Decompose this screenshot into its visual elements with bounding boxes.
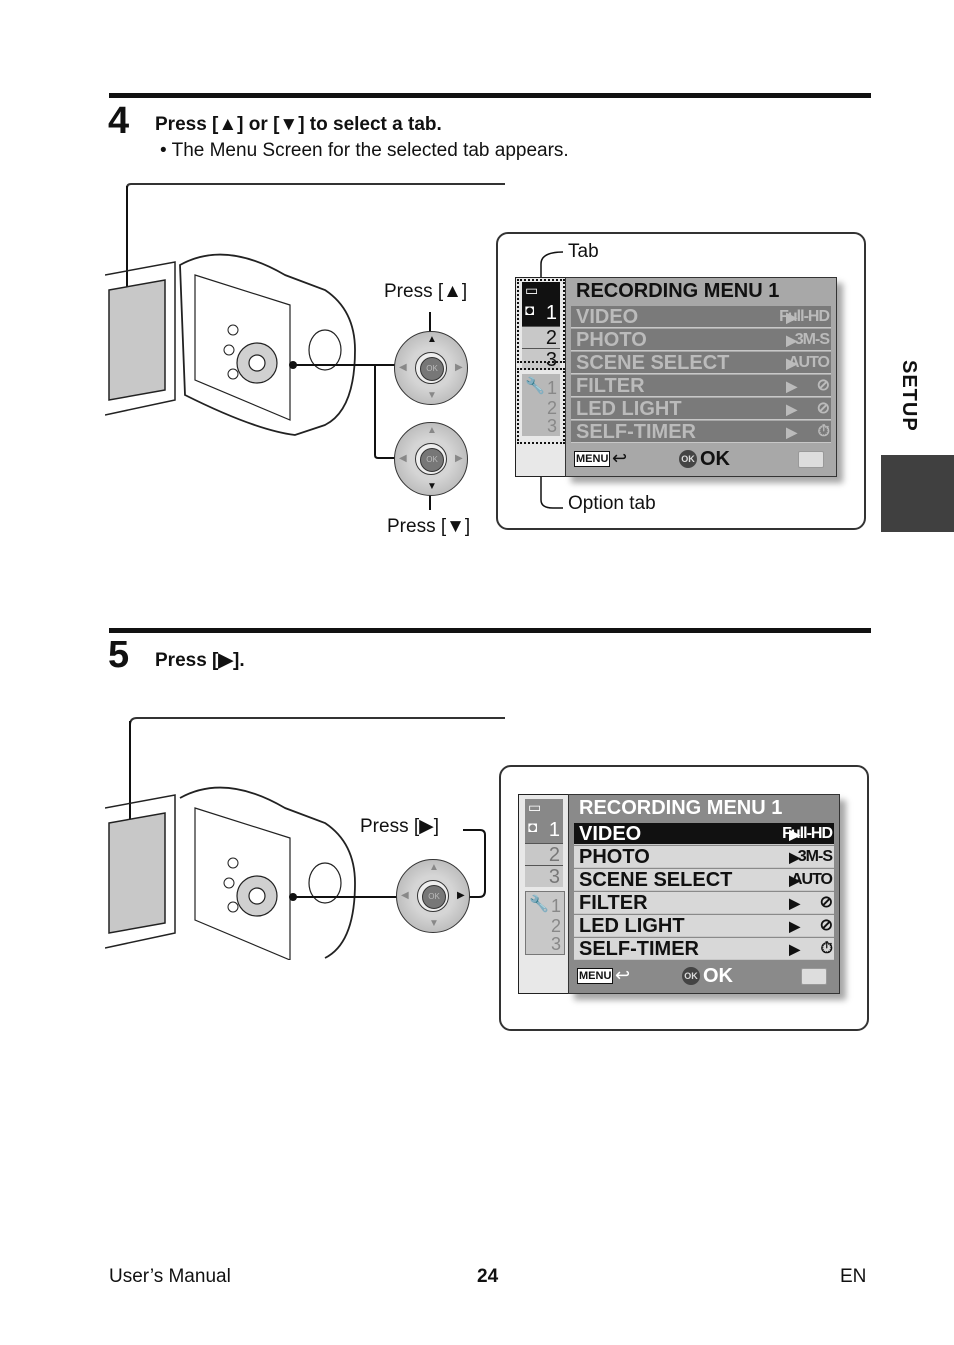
menu-row-photo[interactable]: PHOTO ▶ 3M-S bbox=[574, 846, 834, 868]
menu-row-filter[interactable]: FILTER ▶ ⊘ bbox=[571, 375, 831, 397]
option-tab-callout-label: Option tab bbox=[568, 493, 656, 514]
filter-off-icon: ⊘ bbox=[819, 894, 833, 911]
menu-panel: RECORDING MENU 1 VIDEO ▶ Full-HD PHOTO ▶ 3M-… bbox=[568, 794, 840, 994]
ok-button[interactable]: OK bbox=[420, 448, 444, 472]
tab-record-2[interactable]: 2 bbox=[525, 843, 563, 866]
section-side-tab: SETUP bbox=[898, 360, 920, 432]
menu-bottom-bar: MENU ↩ OK OK bbox=[574, 448, 828, 472]
ok-label: OK bbox=[703, 965, 733, 987]
press-right-label: Press [▶] bbox=[360, 816, 440, 837]
down-arrow-icon: ▼ bbox=[427, 481, 437, 492]
menu-title: RECORDING MENU 1 bbox=[579, 797, 783, 819]
menu-row-led-light[interactable]: LED LIGHT ▶ ⊘ bbox=[574, 915, 834, 937]
left-arrow-icon: ◀ bbox=[401, 890, 409, 901]
led-off-icon: ⊘ bbox=[819, 917, 833, 934]
timer-off-icon: ⏱ bbox=[817, 423, 831, 440]
step-number: 4 bbox=[108, 100, 130, 142]
tab-option-3[interactable]: 3 bbox=[551, 934, 561, 955]
step-bullet: • The Menu Screen for the selected tab a… bbox=[160, 140, 569, 161]
wrench-icon: 🔧 bbox=[529, 896, 549, 913]
menu-row-led-light[interactable]: LED LIGHT ▶ ⊘ bbox=[571, 398, 831, 420]
left-arrow-icon: ◀ bbox=[399, 453, 407, 464]
up-arrow-icon: ▲ bbox=[427, 425, 437, 436]
page-number: 24 bbox=[477, 1266, 499, 1287]
menu-title: RECORDING MENU 1 bbox=[576, 280, 780, 302]
menu-bottom-bar: MENU ↩ OK OK bbox=[577, 965, 831, 989]
ok-button[interactable]: OK bbox=[422, 885, 446, 909]
video-camera-icon: ▭ bbox=[528, 799, 542, 815]
timer-off-icon: ⏱ bbox=[820, 940, 834, 957]
up-arrow-icon: ▲ bbox=[427, 334, 437, 345]
menu-screen-step5: ▭ ◘ 1 2 3 🔧 1 2 3 RECORDING MENU 1 VIDEO… bbox=[518, 794, 840, 994]
filter-off-icon: ⊘ bbox=[816, 377, 830, 394]
callout-line bbox=[126, 183, 505, 189]
option-tabs: 🔧 1 2 3 bbox=[525, 891, 565, 955]
tab-column: ▭ ◘ 1 2 3 🔧 1 2 3 bbox=[518, 794, 570, 994]
tab-highlight-box bbox=[517, 279, 565, 363]
menu-key-icon: MENU bbox=[577, 968, 614, 984]
ok-button[interactable]: OK bbox=[420, 357, 444, 381]
section-rule bbox=[109, 93, 871, 98]
battery-icon bbox=[801, 968, 827, 985]
menu-screen-step4: ▭ ◘ 1 2 3 🔧 1 2 3 RECORDING MENU 1 VIDEO… bbox=[515, 277, 837, 477]
press-up-label: Press [▲] bbox=[384, 281, 468, 302]
menu-row-self-timer[interactable]: SELF-TIMER ▶ ⏱ bbox=[571, 421, 831, 443]
tab-option-1[interactable]: 1 bbox=[551, 896, 561, 917]
side-tab-block bbox=[881, 455, 954, 532]
tab-record-3[interactable]: 3 bbox=[525, 865, 563, 888]
footer-language: EN bbox=[840, 1266, 867, 1287]
right-arrow-icon: ▶ bbox=[455, 453, 463, 464]
step-number: 5 bbox=[108, 634, 130, 676]
left-arrow-icon: ◀ bbox=[399, 362, 407, 373]
menu-row-video-selected[interactable]: VIDEO ▶ Full-HD bbox=[574, 823, 834, 845]
footer-manual-label: User’s Manual bbox=[109, 1266, 231, 1287]
up-arrow-icon: ▲ bbox=[429, 862, 439, 873]
lcd-screen bbox=[108, 279, 166, 401]
menu-row-scene-select[interactable]: SCENE SELECT ▶ AUTO bbox=[574, 869, 834, 891]
option-tab-highlight-box bbox=[517, 368, 565, 444]
menu-row-filter[interactable]: FILTER ▶ ⊘ bbox=[574, 892, 834, 914]
return-icon: ↩ bbox=[615, 965, 631, 985]
right-arrow-icon: ▶ bbox=[455, 362, 463, 373]
dpad-up-pressed[interactable]: ▲ ▼ ◀ ▶ OK bbox=[394, 331, 468, 405]
menu-row-scene-select[interactable]: SCENE SELECT ▶ AUTO bbox=[571, 352, 831, 374]
tab-column: ▭ ◘ 1 2 3 🔧 1 2 3 bbox=[515, 277, 567, 477]
ok-key-icon: OK bbox=[682, 967, 700, 985]
down-arrow-icon: ▼ bbox=[427, 390, 437, 401]
menu-row-video[interactable]: VIDEO ▶ Full-HD bbox=[571, 306, 831, 328]
dpad-right-pressed[interactable]: ▲ ▼ ◀ ▶ OK bbox=[396, 859, 470, 933]
section-rule bbox=[109, 628, 871, 633]
ok-label: OK bbox=[700, 448, 730, 470]
press-down-label: Press [▼] bbox=[387, 516, 471, 537]
ok-key-icon: OK bbox=[679, 450, 697, 468]
right-arrow-icon: ▶ bbox=[457, 890, 465, 901]
step-title: Press [▶]. bbox=[155, 650, 245, 671]
menu-panel: RECORDING MENU 1 VIDEO ▶ Full-HD PHOTO ▶ 3M-… bbox=[565, 277, 837, 477]
step-title: Press [▲] or [▼] to select a tab. bbox=[155, 114, 442, 135]
menu-row-photo[interactable]: PHOTO ▶ 3M-S bbox=[571, 329, 831, 351]
return-icon: ↩ bbox=[612, 448, 628, 468]
led-off-icon: ⊘ bbox=[816, 400, 830, 417]
battery-icon bbox=[798, 451, 824, 468]
tab-record-1[interactable]: ▭ ◘ 1 bbox=[525, 799, 563, 843]
dpad-down-pressed[interactable]: ▲ ▼ ◀ ▶ OK bbox=[394, 422, 468, 496]
down-arrow-icon: ▼ bbox=[429, 918, 439, 929]
menu-row-self-timer[interactable]: SELF-TIMER ▶ ⏱ bbox=[574, 938, 834, 960]
menu-key-icon: MENU bbox=[574, 451, 611, 467]
photo-camera-icon: ◘ bbox=[528, 819, 538, 836]
